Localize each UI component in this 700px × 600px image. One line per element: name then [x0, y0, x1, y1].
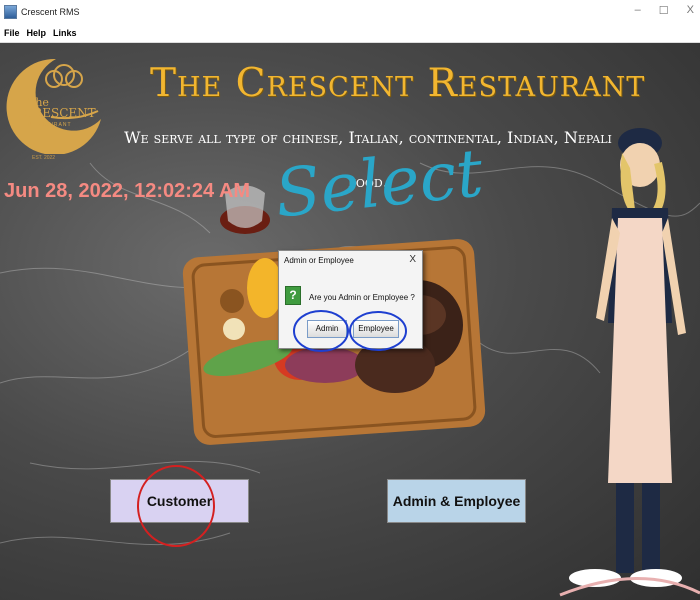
- window-controls: – ☐ X: [635, 4, 694, 17]
- page-title: The Crescent Restaurant: [150, 61, 646, 106]
- datetime-label: Jun 28, 2022, 12:02:24 AM: [4, 180, 251, 202]
- minimize-icon[interactable]: –: [635, 4, 641, 17]
- customer-button[interactable]: Customer: [110, 479, 249, 523]
- dialog-message: Are you Admin or Employee ?: [309, 293, 415, 302]
- admin-button[interactable]: Admin: [307, 320, 347, 338]
- window-title: Crescent RMS: [21, 7, 80, 17]
- window-titlebar: Crescent RMS – ☐ X: [0, 0, 700, 24]
- employee-button[interactable]: Employee: [353, 320, 399, 338]
- menu-help[interactable]: Help: [27, 28, 47, 38]
- close-icon[interactable]: X: [687, 4, 694, 17]
- maximize-icon[interactable]: ☐: [659, 4, 669, 17]
- role-dialog: Admin or Employee X ? Are you Admin or E…: [278, 250, 423, 349]
- logo-text-crescent: CRESCENT: [24, 106, 96, 120]
- logo-text-restaurant: RESTAURANT: [28, 122, 72, 128]
- restaurant-logo: The CRESCENT RESTAURANT EST. 2022: [6, 49, 106, 161]
- admin-employee-button[interactable]: Admin & Employee: [387, 479, 526, 523]
- menu-links[interactable]: Links: [53, 28, 77, 38]
- main-panel: The CRESCENT RESTAURANT EST. 2022 The Cr…: [0, 43, 700, 600]
- logo-est: EST. 2022: [32, 155, 56, 161]
- menu-bar: File Help Links: [0, 24, 700, 43]
- dialog-close-icon[interactable]: X: [409, 254, 416, 265]
- crescent-moon-icon: [6, 58, 101, 155]
- menu-file[interactable]: File: [4, 28, 20, 38]
- question-icon: ?: [285, 286, 301, 305]
- dialog-title: Admin or Employee: [284, 256, 354, 265]
- app-icon: [4, 5, 17, 19]
